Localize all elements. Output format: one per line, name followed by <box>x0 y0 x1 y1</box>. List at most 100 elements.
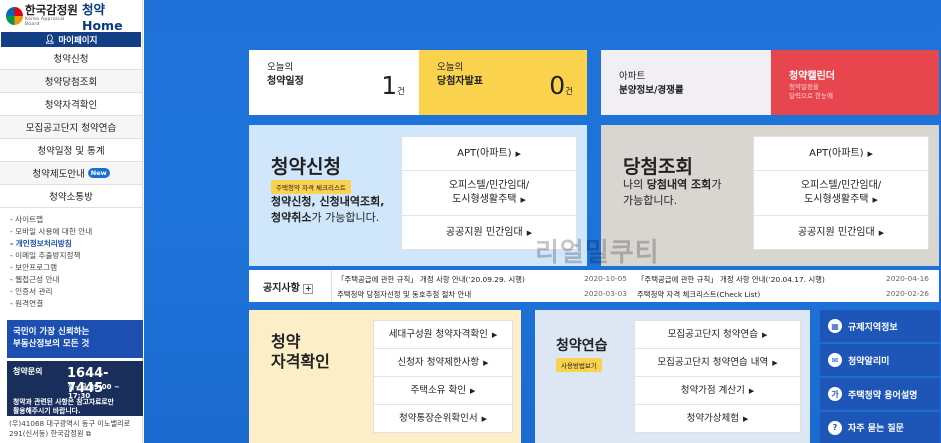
logo-app-name: 청약Home <box>82 2 123 33</box>
sidebar-item-label: 모집공고단지 청약연습 <box>25 123 117 134</box>
apply-apt-link[interactable]: APT(아파트) ▶ <box>402 137 576 171</box>
qualify-restriction-link[interactable]: 신청자 청약제한사항 ▶ <box>374 349 512 377</box>
qualify-rank-link[interactable]: 청약통장순위확인서 ▶ <box>374 405 512 433</box>
glossary-icon: 가 <box>828 387 842 401</box>
notice-date: 2020-04-16 <box>886 274 929 283</box>
apply-title: 청약신청 <box>271 156 341 178</box>
result-officetel-link[interactable]: 오피스텔/민간임대/도시형생활주택 ▶ <box>754 171 928 216</box>
notice-item[interactable]: 주택청약 자격 체크리스트(Check List) 2020-02-26 <box>637 289 929 300</box>
mobile-guide-link[interactable]: - 모바일 사용에 대한 안내 <box>10 226 142 238</box>
sidebar-item-community[interactable]: 청약소통방 <box>0 185 142 208</box>
regulation-area-button[interactable]: ▦ 규제지역정보 <box>820 310 940 342</box>
chevron-right-icon: ▶ <box>491 330 498 339</box>
apply-officetel-link[interactable]: 오피스텔/민간임대/도시형생활주택 ▶ <box>402 171 576 216</box>
usage-guide-badge[interactable]: 사용방법보기 <box>556 358 602 372</box>
callcenter-box: 청약문의 1644-7445 월~금 09:00 ~ 17:30 청약과 관련된… <box>7 361 143 416</box>
notice-date: 2020-02-26 <box>886 289 929 298</box>
mypage-button[interactable]: 👤︎ 마이페이지 <box>1 32 141 47</box>
today-winner-count: 0건 <box>549 71 573 100</box>
apply-desc: 청약신청, 신청내역조회, 청약취소가 가능합니다. <box>271 195 385 224</box>
chevron-right-icon: ▶ <box>515 149 521 158</box>
qualify-title: 청약 자격확인 <box>271 332 330 371</box>
sidebar-item-practice[interactable]: 모집공고단지 청약연습 <box>0 116 142 139</box>
faq-button[interactable]: ? 자주 묻는 질문 <box>820 412 940 443</box>
privacy-policy-link[interactable]: - 개인정보처리방침 <box>10 238 142 250</box>
address-line: 291(신서동) 한국감정원 <box>9 429 84 438</box>
watermark: 리얼밀쿠티 <box>535 238 660 268</box>
notice-item[interactable]: 「주택공급에 관한 규칙」 개정 사항 안내(’20.04.17. 시행) 202… <box>637 274 929 285</box>
alarm-button[interactable]: ✉ 청약알리미 <box>820 344 940 376</box>
logo[interactable]: 한국감정원 Korea Appraisal Board 청약Home <box>0 0 142 33</box>
card-label: 아파트 <box>619 71 646 82</box>
new-badge: New <box>87 168 110 178</box>
card-title: 청약일정 <box>267 76 304 87</box>
sidebar-item-label: 청약신청 <box>53 54 89 65</box>
sidebar-item-apply[interactable]: 청약신청 <box>0 47 142 70</box>
practice-link[interactable]: 모집공고단지 청약연습 ▶ <box>635 321 800 349</box>
realestate-banner[interactable]: 국민이 가장 신뢰하는 부동산정보의 모든 것 <box>7 320 143 358</box>
qualify-ownership-link[interactable]: 주택소유 확인 ▶ <box>374 377 512 405</box>
sidebar-item-winner[interactable]: 청약당첨조회 <box>0 70 142 93</box>
sitemap-link[interactable]: - 사이트맵 <box>10 214 142 226</box>
card-desc: 청약일정을 <box>789 83 819 91</box>
footer-links: - 사이트맵 - 모바일 사용에 대한 안내 - 개인정보처리방침 - 이메일 … <box>0 208 142 310</box>
practice-title: 청약연습 <box>556 338 608 354</box>
sidebar-item-schedule[interactable]: 청약일정 및 통계 <box>0 139 142 162</box>
logo-subtext: Korea Appraisal Board <box>24 16 65 27</box>
plus-icon[interactable]: + <box>303 284 314 294</box>
notice-item[interactable]: 「주택공급에 관한 규칙」 개정 사항 안내(’20.09.29. 시행) 202… <box>337 274 627 285</box>
practice-history-link[interactable]: 모집공고단지 청약연습 내역 ▶ <box>635 349 800 377</box>
card-title: 청약캘린더 <box>789 71 835 82</box>
quick-label: 규제지역정보 <box>848 322 898 333</box>
notice-item[interactable]: 주택청약 당첨자선정 및 동호추첨 절차 안내 2020-03-03 <box>337 289 627 300</box>
sidebar-item-qualify[interactable]: 청약자격확인 <box>0 93 142 116</box>
sidebar-item-label: 청약일정 및 통계 <box>37 146 105 157</box>
today-schedule-card[interactable]: 오늘의 청약일정 1건 <box>249 50 419 115</box>
virtual-experience-link[interactable]: 청약가상체험 ▶ <box>635 405 800 433</box>
chevron-right-icon: ▶ <box>772 358 778 367</box>
mypage-label: 마이페이지 <box>58 35 98 46</box>
result-title: 당첨조회 <box>623 156 693 178</box>
security-program-link[interactable]: - 보안프로그램 <box>10 262 142 274</box>
checklist-badge[interactable]: 주택청약 자격 체크리스트 <box>271 180 351 194</box>
card-title: 분양정보/경쟁률 <box>619 85 684 96</box>
qualify-household-link[interactable]: 세대구성원 청약자격확인 ▶ <box>374 321 512 349</box>
notice-date: 2020-10-05 <box>584 274 627 283</box>
sidebar-item-guide[interactable]: 청약제도안내 New <box>0 162 142 185</box>
apt-info-card[interactable]: 아파트 분양정보/경쟁률 <box>601 50 771 115</box>
callcenter-note: 활용해주시기 바랍니다. <box>13 407 81 415</box>
notice-title[interactable]: 공지사항 + <box>263 279 314 294</box>
email-policy-link[interactable]: - 이메일 추출방지정책 <box>10 250 142 262</box>
external-link-icon[interactable]: ⧉ <box>86 429 91 438</box>
sidebar-item-label: 청약제도안내 <box>32 169 85 180</box>
chevron-right-icon: ▶ <box>748 386 755 395</box>
notice-bar: 공지사항 + 「주택공급에 관한 규칙」 개정 사항 안내(’20.09.29.… <box>249 270 939 302</box>
result-public-link[interactable]: 공공지원 민간임대 ▶ <box>754 216 928 250</box>
result-links: APT(아파트) ▶ 오피스텔/민간임대/도시형생활주택 ▶ 공공지원 민간임대 ▶ <box>753 136 929 250</box>
certificate-link[interactable]: - 인증서 관리 <box>10 286 142 298</box>
banner-line: 부동산정보의 모든 것 <box>13 339 90 349</box>
result-apt-link[interactable]: APT(아파트) ▶ <box>754 137 928 171</box>
callcenter-hours: 월~금 09:00 ~ 17:30 <box>68 383 120 400</box>
glossary-button[interactable]: 가 주택청약 용어설명 <box>820 378 940 410</box>
sidebar: 한국감정원 Korea Appraisal Board 청약Home 👤︎ 마이… <box>0 0 143 443</box>
user-icon: 👤︎ <box>44 34 56 45</box>
logo-icon <box>6 7 23 25</box>
score-calculator-link[interactable]: 청약가점 계산기 ▶ <box>635 377 800 405</box>
accessibility-link[interactable]: - 웹접근성 안내 <box>10 274 142 286</box>
chevron-right-icon: ▶ <box>743 415 749 423</box>
logo-text: 한국감정원 <box>24 3 78 18</box>
calendar-card[interactable]: 청약캘린더 청약일정을 달력으로 한눈에 <box>771 50 939 115</box>
card-label: 오늘의 <box>267 62 294 73</box>
chevron-right-icon: ▶ <box>526 229 533 237</box>
chevron-right-icon: ▶ <box>470 386 476 395</box>
result-desc: 나의 당첨내역 조회가 가능합니다. <box>623 178 722 207</box>
chevron-right-icon: ▶ <box>878 229 885 237</box>
today-winner-card[interactable]: 오늘의 당첨자발표 0건 <box>419 50 587 115</box>
address-line: (우)41068 대구광역시 동구 이노밸리로 <box>9 419 131 428</box>
sidebar-item-label: 청약자격확인 <box>44 100 98 111</box>
remote-link[interactable]: - 원격연결 <box>10 298 142 310</box>
mail-icon: ✉ <box>828 353 842 367</box>
chevron-right-icon: ▶ <box>867 149 873 158</box>
sidebar-item-label: 청약당첨조회 <box>44 77 98 88</box>
